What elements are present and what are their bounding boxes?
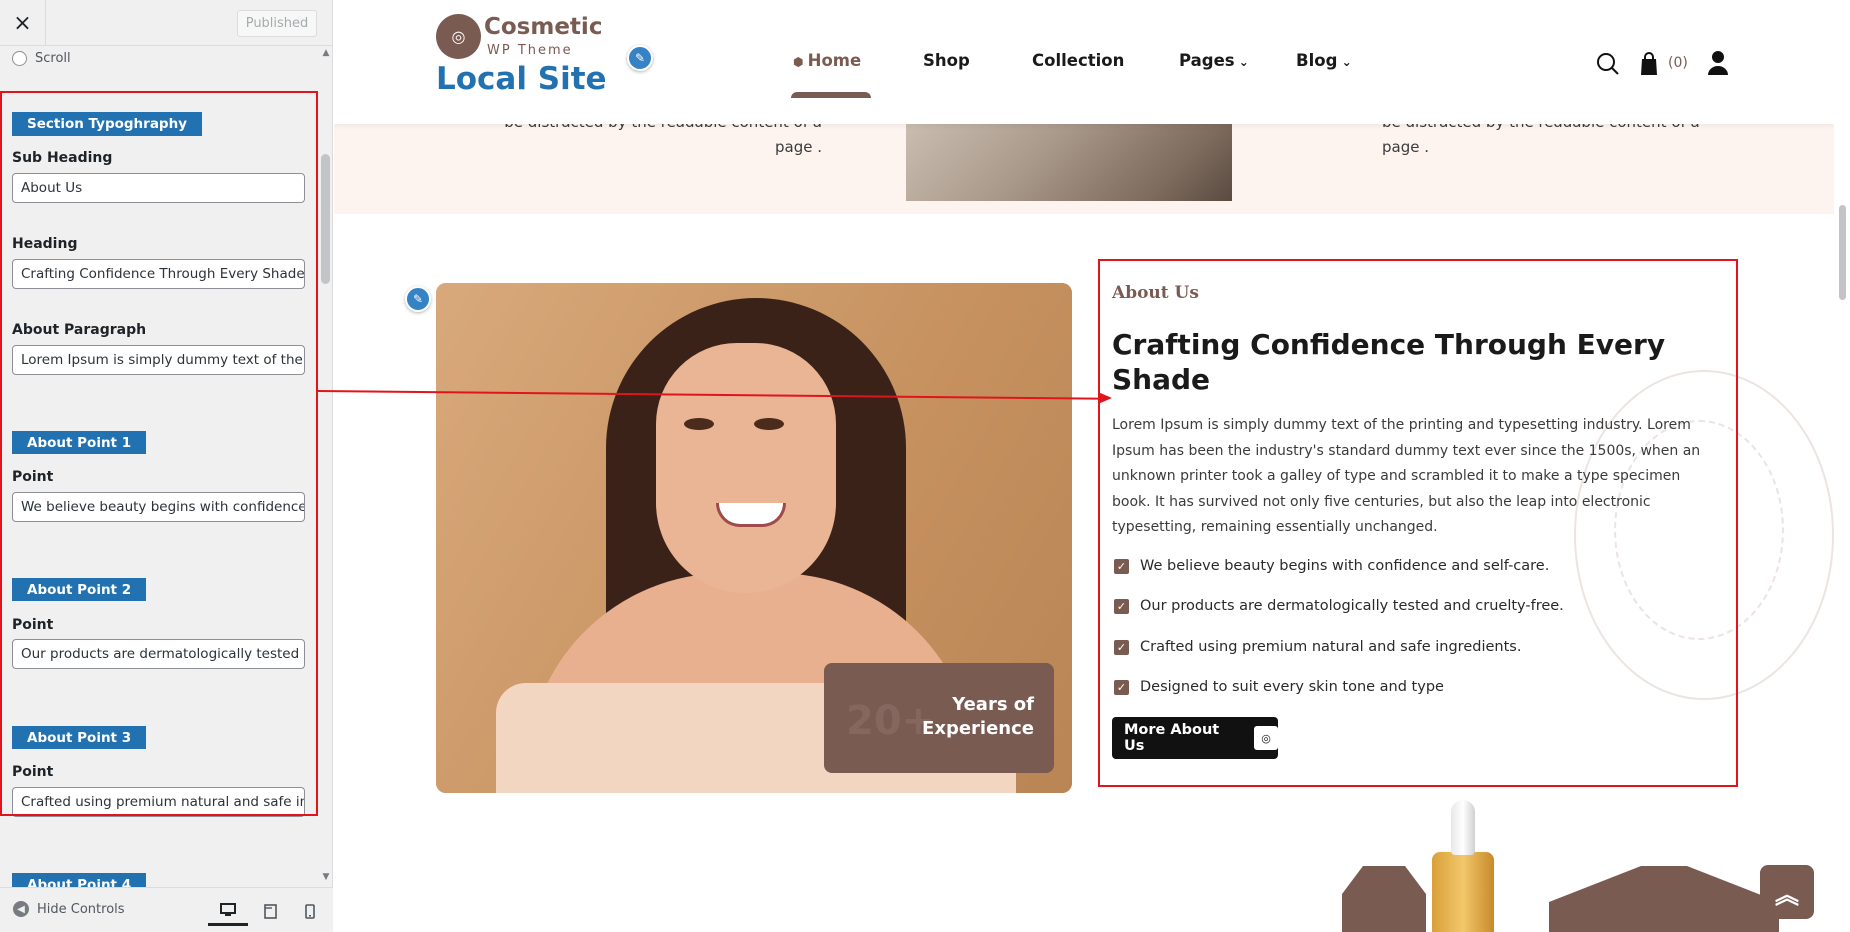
about-point-1-text: We believe beauty begins with confidence… xyxy=(1140,558,1550,574)
point-2-label: Point xyxy=(12,617,54,633)
about-point-2-text: Our products are dermatologically tested… xyxy=(1140,598,1564,614)
customizer-footer: ◀ Hide Controls xyxy=(0,887,333,932)
serum-bottle xyxy=(1432,852,1494,932)
hexagon-decoration-left xyxy=(1342,866,1426,932)
sidebar-scroll-thumb[interactable] xyxy=(321,154,330,284)
preview-scroll-thumb[interactable] xyxy=(1839,205,1846,300)
search-icon[interactable] xyxy=(1596,52,1620,80)
experience-line-1: Years of xyxy=(952,694,1034,715)
nav-home-label: Home xyxy=(807,51,862,70)
checkbox-checked-icon: ✓ xyxy=(1114,679,1129,695)
nav-home[interactable]: ⬢ Home xyxy=(793,51,861,70)
collapse-icon: ◀ xyxy=(13,901,29,917)
scroll-radio-option[interactable]: Scroll xyxy=(12,51,71,66)
band-right-line-2: page . xyxy=(1382,138,1429,156)
checkbox-checked-icon: ✓ xyxy=(1114,558,1129,574)
user-icon[interactable] xyxy=(1707,50,1729,80)
about-point-1: ✓ We believe beauty begins with confiden… xyxy=(1114,558,1549,574)
close-icon[interactable]: × xyxy=(0,0,46,46)
about-point-2: ✓ Our products are dermatologically test… xyxy=(1114,598,1564,614)
edit-section-pencil-icon[interactable]: ✎ xyxy=(405,286,431,312)
site-title[interactable]: Local Site xyxy=(436,61,607,97)
controls-panel: Scroll Section Typoghraphy Sub Heading A… xyxy=(0,47,320,887)
annotation-arrowhead xyxy=(1098,392,1112,404)
nav-shop[interactable]: Shop xyxy=(923,51,970,70)
about-paragraph: Lorem Ipsum is simply dummy text of the … xyxy=(1112,417,1701,535)
more-about-us-label: More About Us xyxy=(1124,722,1220,754)
cart-icon[interactable] xyxy=(1638,52,1660,80)
about-heading: Crafting Confidence Through Every Shade xyxy=(1112,328,1666,396)
logo-subtitle: WP Theme xyxy=(487,43,573,58)
experience-text: Years of Experience xyxy=(922,693,1034,741)
about-image: 20+ Years of Experience xyxy=(436,283,1072,793)
mobile-icon[interactable] xyxy=(290,896,330,926)
hexagon-decoration-right xyxy=(1549,866,1779,932)
scroll-up-icon[interactable]: ▲ xyxy=(320,48,332,58)
point-1-field[interactable]: We believe beauty begins with confidence… xyxy=(12,492,305,522)
point-3-label: Point xyxy=(12,764,54,780)
chevron-down-icon: ⌄ xyxy=(1337,55,1352,69)
checkbox-checked-icon: ✓ xyxy=(1114,598,1129,614)
heading-field[interactable]: Crafting Confidence Through Every Shade xyxy=(12,259,305,289)
scroll-to-top-button[interactable]: ︽ xyxy=(1760,865,1814,919)
site-preview: be distracted by the readable content of… xyxy=(334,0,1834,932)
published-button[interactable]: Published xyxy=(237,10,317,37)
section-typography-badge: Section Typoghraphy xyxy=(12,112,203,136)
customizer-sidebar: × Published Scroll Section Typoghraphy S… xyxy=(0,0,333,932)
scroll-down-icon[interactable]: ▼ xyxy=(320,872,332,882)
edit-logo-pencil-icon[interactable]: ✎ xyxy=(627,45,653,71)
about-point-3-badge: About Point 3 xyxy=(12,726,147,749)
about-sub-heading: About Us xyxy=(1112,283,1199,303)
about-point-4-text: Designed to suit every skin tone and typ… xyxy=(1140,679,1444,695)
about-point-1-badge: About Point 1 xyxy=(12,431,147,454)
site-header: ◎ Cosmetic WP Theme Local Site ✎ ⬢ Home … xyxy=(334,0,1834,124)
point-2-field[interactable]: Our products are dermatologically tested… xyxy=(12,639,305,669)
experience-line-2: Experience xyxy=(922,718,1034,739)
photo-eye-left xyxy=(684,418,714,430)
customizer-header: × Published xyxy=(0,0,332,46)
nav-blog-label: Blog xyxy=(1296,51,1338,70)
point-1-label: Point xyxy=(12,469,54,485)
double-chevron-up-icon: ︽ xyxy=(1775,880,1799,909)
about-point-3-text: Crafted using premium natural and safe i… xyxy=(1140,639,1522,655)
logo-brand[interactable]: Cosmetic xyxy=(484,14,602,40)
hide-controls-label: Hide Controls xyxy=(37,901,125,917)
logo-mark-icon: ◎ xyxy=(1254,726,1278,750)
nav-collection[interactable]: Collection xyxy=(1032,51,1124,70)
sub-heading-label: Sub Heading xyxy=(12,150,113,166)
hide-controls-button[interactable]: ◀ Hide Controls xyxy=(13,901,125,917)
chevron-down-icon: ⌄ xyxy=(1234,55,1249,69)
about-paragraph-label: About Paragraph xyxy=(12,322,147,338)
active-nav-indicator xyxy=(791,92,871,98)
about-point-4-badge: About Point 4 xyxy=(12,873,147,887)
cart-count: (0) xyxy=(1668,55,1688,71)
about-paragraph-field[interactable]: Lorem Ipsum is simply dummy text of the … xyxy=(12,345,305,375)
photo-face xyxy=(656,343,836,593)
about-point-3: ✓ Crafted using premium natural and safe… xyxy=(1114,639,1521,655)
more-about-us-button[interactable]: More About Us ◎ xyxy=(1112,717,1278,759)
about-point-2-badge: About Point 2 xyxy=(12,578,147,601)
serum-dropper-cap xyxy=(1451,800,1475,855)
nav-blog[interactable]: Blog ⌄ xyxy=(1296,51,1352,70)
experience-card: 20+ Years of Experience xyxy=(824,663,1054,773)
scroll-radio-label: Scroll xyxy=(35,51,71,66)
nav-pages-label: Pages xyxy=(1179,51,1235,70)
checkbox-checked-icon: ✓ xyxy=(1114,639,1129,655)
about-point-4: ✓ Designed to suit every skin tone and t… xyxy=(1114,679,1444,695)
sub-heading-field[interactable]: About Us xyxy=(12,173,305,203)
point-3-field[interactable]: Crafted using premium natural and safe i… xyxy=(12,787,305,817)
photo-eye-right xyxy=(754,418,784,430)
preview-scrollbar[interactable] xyxy=(1835,0,1850,932)
band-left-line-2: page . xyxy=(775,138,822,156)
bullet-icon: ⬢ xyxy=(793,55,808,69)
heading-label: Heading xyxy=(12,236,78,252)
about-section: About Us Crafting Confidence Through Eve… xyxy=(1098,259,1738,787)
logo-icon[interactable]: ◎ xyxy=(436,14,481,59)
nav-pages[interactable]: Pages ⌄ xyxy=(1179,51,1249,70)
desktop-icon[interactable] xyxy=(208,896,248,926)
tablet-icon[interactable] xyxy=(250,896,290,926)
radio-icon[interactable] xyxy=(12,51,27,66)
